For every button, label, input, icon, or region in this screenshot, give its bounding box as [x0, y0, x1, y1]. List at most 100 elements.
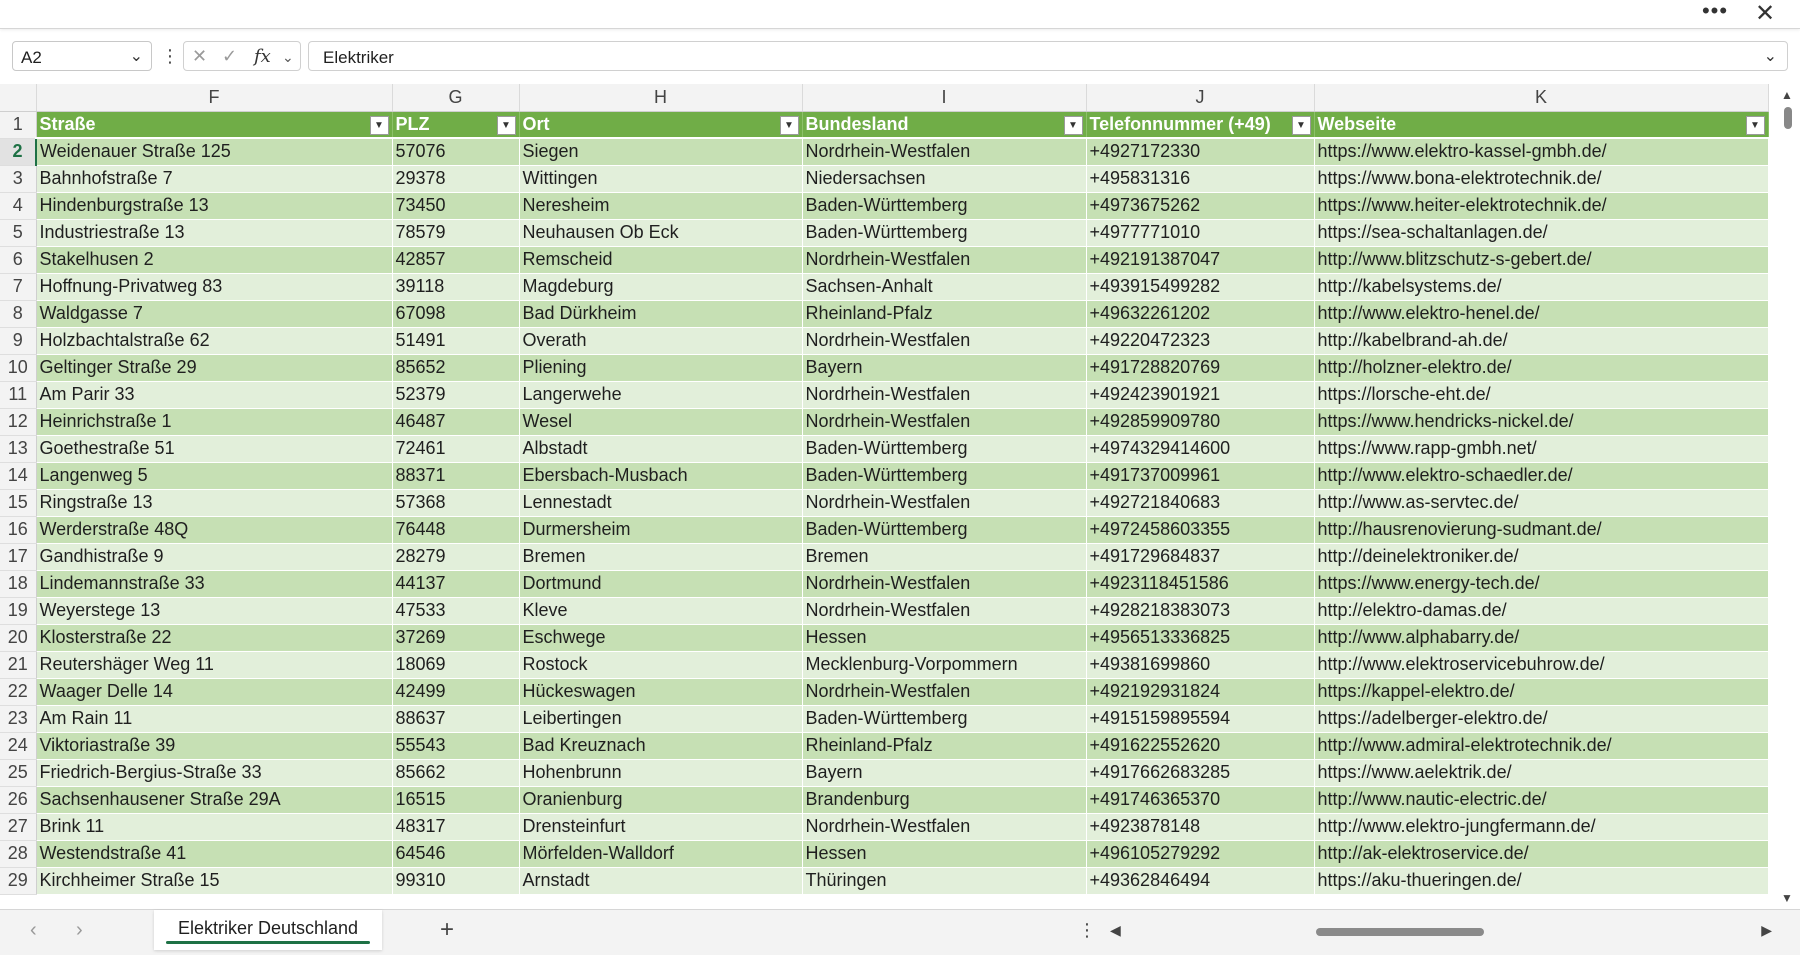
table-cell[interactable]: https://www.elektro-kassel-gmbh.de/	[1314, 138, 1769, 166]
table-cell[interactable]: Wesel	[519, 408, 803, 436]
table-cell[interactable]: +4928218383073	[1086, 597, 1315, 625]
table-cell[interactable]: Baden-Württemberg	[802, 435, 1087, 463]
table-cell[interactable]: Wittingen	[519, 165, 803, 193]
table-cell[interactable]: Mörfelden-Walldorf	[519, 840, 803, 868]
table-cell[interactable]: 88371	[392, 462, 520, 490]
table-cell[interactable]: 39118	[392, 273, 520, 301]
table-cell[interactable]: Westendstraße 41	[36, 840, 393, 868]
table-cell[interactable]: Geltinger Straße 29	[36, 354, 393, 382]
table-cell[interactable]: 42499	[392, 678, 520, 706]
table-cell[interactable]: https://www.hendricks-nickel.de/	[1314, 408, 1769, 436]
table-cell[interactable]: Pliening	[519, 354, 803, 382]
table-cell[interactable]: Nordrhein-Westfalen	[802, 246, 1087, 274]
row-number[interactable]: 7	[0, 273, 37, 301]
table-cell[interactable]: Kleve	[519, 597, 803, 625]
row-number[interactable]: 3	[0, 165, 37, 193]
table-cell[interactable]: Baden-Württemberg	[802, 705, 1087, 733]
row-number[interactable]: 16	[0, 516, 37, 544]
close-icon[interactable]: ✕	[1750, 0, 1780, 28]
table-cell[interactable]: Brink 11	[36, 813, 393, 841]
table-cell[interactable]: 46487	[392, 408, 520, 436]
chevron-down-icon[interactable]: ⌄	[282, 49, 294, 66]
table-cell[interactable]: Hoffnung-Privatweg 83	[36, 273, 393, 301]
filter-dropdown-icon[interactable]: ▼	[1291, 115, 1311, 135]
table-cell[interactable]: Kirchheimer Straße 15	[36, 867, 393, 895]
expand-formula-icon[interactable]: ⌄	[1764, 46, 1777, 66]
table-cell[interactable]: Overath	[519, 327, 803, 355]
table-cell[interactable]: 72461	[392, 435, 520, 463]
table-cell[interactable]: 47533	[392, 597, 520, 625]
filter-dropdown-icon[interactable]: ▼	[369, 115, 389, 135]
next-sheet-icon[interactable]: ›	[76, 919, 83, 942]
table-cell[interactable]: Bad Kreuznach	[519, 732, 803, 760]
select-all-corner[interactable]	[0, 84, 37, 112]
table-cell[interactable]: Baden-Württemberg	[802, 516, 1087, 544]
table-cell[interactable]: Viktoriastraße 39	[36, 732, 393, 760]
chevron-down-icon[interactable]: ⌄	[130, 46, 143, 66]
table-cell[interactable]: 55543	[392, 732, 520, 760]
table-cell[interactable]: https://www.rapp-gmbh.net/	[1314, 435, 1769, 463]
row-number[interactable]: 9	[0, 327, 37, 355]
table-cell[interactable]: Lindemannstraße 33	[36, 570, 393, 598]
column-header-I[interactable]: I	[802, 84, 1087, 112]
table-cell[interactable]: 18069	[392, 651, 520, 679]
table-cell[interactable]: 48317	[392, 813, 520, 841]
row-number[interactable]: 29	[0, 867, 37, 895]
table-cell[interactable]: Bayern	[802, 354, 1087, 382]
table-cell[interactable]: 85662	[392, 759, 520, 787]
table-cell[interactable]: Ebersbach-Musbach	[519, 462, 803, 490]
row-number[interactable]: 28	[0, 840, 37, 868]
table-cell[interactable]: +4973675262	[1086, 192, 1315, 220]
table-header-cell[interactable]: Webseite ▼	[1314, 111, 1769, 139]
table-cell[interactable]: Neuhausen Ob Eck	[519, 219, 803, 247]
table-cell[interactable]: Nordrhein-Westfalen	[802, 327, 1087, 355]
row-number[interactable]: 6	[0, 246, 37, 274]
table-cell[interactable]: Bremen	[802, 543, 1087, 571]
table-cell[interactable]: Waager Delle 14	[36, 678, 393, 706]
scroll-left-icon[interactable]: ◀	[1110, 922, 1121, 939]
table-cell[interactable]: +49632261202	[1086, 300, 1315, 328]
table-cell[interactable]: http://kabelsystems.de/	[1314, 273, 1769, 301]
table-cell[interactable]: http://www.as-servtec.de/	[1314, 489, 1769, 517]
row-number[interactable]: 5	[0, 219, 37, 247]
table-cell[interactable]: 29378	[392, 165, 520, 193]
table-cell[interactable]: Magdeburg	[519, 273, 803, 301]
table-cell[interactable]: Drensteinfurt	[519, 813, 803, 841]
name-box[interactable]: A2 ⌄	[12, 41, 152, 71]
table-cell[interactable]: http://www.elektroservicebuhrow.de/	[1314, 651, 1769, 679]
table-cell[interactable]: Nordrhein-Westfalen	[802, 570, 1087, 598]
table-cell[interactable]: Am Rain 11	[36, 705, 393, 733]
table-cell[interactable]: 67098	[392, 300, 520, 328]
table-cell[interactable]: Gandhistraße 9	[36, 543, 393, 571]
table-cell[interactable]: Hohenbrunn	[519, 759, 803, 787]
formula-input[interactable]: Elektriker ⌄	[308, 41, 1788, 71]
check-icon[interactable]: ✓	[222, 46, 237, 67]
cancel-icon[interactable]: ✕	[192, 46, 207, 67]
table-cell[interactable]: http://www.alphabarry.de/	[1314, 624, 1769, 652]
row-number[interactable]: 27	[0, 813, 37, 841]
function-icon[interactable]: fx	[254, 46, 271, 67]
scroll-right-icon[interactable]: ▶	[1761, 922, 1772, 939]
table-cell[interactable]: Bahnhofstraße 7	[36, 165, 393, 193]
table-cell[interactable]: http://www.elektro-henel.de/	[1314, 300, 1769, 328]
table-cell[interactable]: Nordrhein-Westfalen	[802, 138, 1087, 166]
table-cell[interactable]: Hückeswagen	[519, 678, 803, 706]
table-cell[interactable]: Nordrhein-Westfalen	[802, 408, 1087, 436]
table-cell[interactable]: http://kabelbrand-ah.de/	[1314, 327, 1769, 355]
table-cell[interactable]: +4927172330	[1086, 138, 1315, 166]
row-number[interactable]: 11	[0, 381, 37, 409]
table-header-cell[interactable]: Bundesland ▼	[802, 111, 1087, 139]
table-cell[interactable]: Neresheim	[519, 192, 803, 220]
row-number[interactable]: 10	[0, 354, 37, 382]
table-cell[interactable]: Heinrichstraße 1	[36, 408, 393, 436]
table-cell[interactable]: Arnstadt	[519, 867, 803, 895]
table-cell[interactable]: +4977771010	[1086, 219, 1315, 247]
row-number[interactable]: 19	[0, 597, 37, 625]
table-cell[interactable]: http://www.nautic-electric.de/	[1314, 786, 1769, 814]
scroll-thumb[interactable]	[1784, 107, 1792, 129]
table-cell[interactable]: +49381699860	[1086, 651, 1315, 679]
table-cell[interactable]: http://www.blitzschutz-s-gebert.de/	[1314, 246, 1769, 274]
table-cell[interactable]: Oranienburg	[519, 786, 803, 814]
table-cell[interactable]: Am Parir 33	[36, 381, 393, 409]
table-cell[interactable]: Dortmund	[519, 570, 803, 598]
